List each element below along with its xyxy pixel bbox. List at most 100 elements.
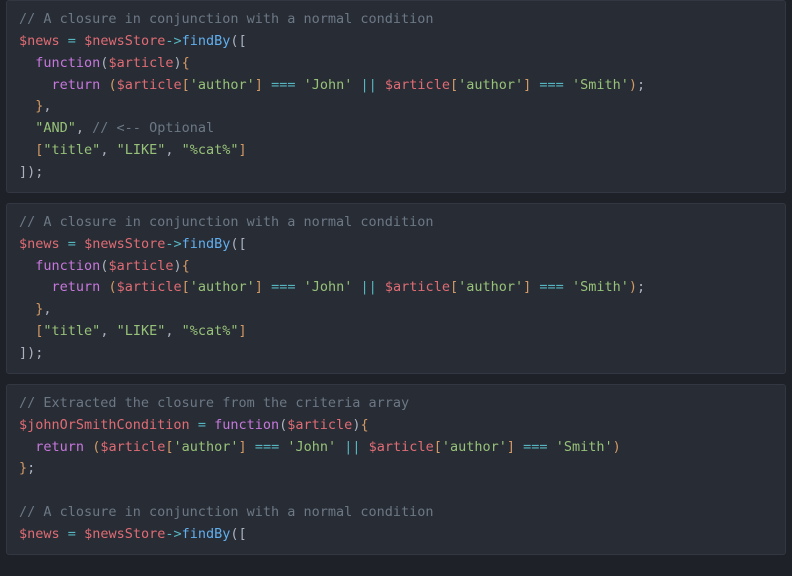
code-token: [ [182,77,190,93]
code-token [60,526,68,542]
code-token: === [271,77,295,93]
code-token [377,279,385,295]
code-token: 'John' [304,77,353,93]
code-token [361,439,369,455]
code-token: $article [385,77,450,93]
code-token: [ [182,279,190,295]
code-token: // Extracted the closure from the criter… [19,395,409,411]
code-token: ]); [19,164,43,180]
code-token [352,77,360,93]
code-token [263,77,271,93]
code-block: // A closure in conjunction with a norma… [6,203,786,374]
code-token: === [271,279,295,295]
code-token [564,77,572,93]
code-token: 'author' [174,439,239,455]
code-token: $article [108,258,173,274]
code-token: ( [108,77,116,93]
code-token: -> [165,526,181,542]
code-token [19,55,35,71]
code-token: ([ [230,526,246,542]
code-token: = [68,33,76,49]
code-token [76,526,84,542]
code-token [263,279,271,295]
code-token: function [214,417,279,433]
code-block: // Extracted the closure from the criter… [6,384,786,555]
code-token: $news [19,236,60,252]
code-token [60,236,68,252]
code-token [19,258,35,274]
code-token [377,77,385,93]
code-token: $johnOrSmithCondition [19,417,190,433]
code-token: ] [255,77,263,93]
code-token: ) [173,258,181,274]
code-token: 'John' [287,439,336,455]
code-token: function [35,55,100,71]
code-token: , [100,323,116,339]
code-token: = [68,236,76,252]
code-token: $article [369,439,434,455]
code-token: // A closure in conjunction with a norma… [19,11,434,27]
code-token: ]); [19,345,43,361]
code-token: { [182,258,190,274]
code-token [295,77,303,93]
code-token: -> [165,236,181,252]
code-token: ([ [230,33,246,49]
code-token: $article [117,77,182,93]
code-token: ) [629,279,637,295]
code-token: return [52,279,101,295]
code-token: findBy [182,33,231,49]
code-token: || [361,77,377,93]
code-token: ] [507,439,515,455]
code-token: [ [450,77,458,93]
code-token: $article [287,417,352,433]
code-token [76,236,84,252]
code-token: , [43,301,51,317]
code-token: "LIKE" [117,323,166,339]
code-token: 'Smith' [572,279,629,295]
code-token [19,323,35,339]
code-token: [ [165,439,173,455]
code-token: , [76,120,92,136]
code-token: "title" [43,142,100,158]
code-token: return [52,77,101,93]
code-token: ; [637,279,645,295]
code-token: ) [613,439,621,455]
code-token: // A closure in conjunction with a norma… [19,214,434,230]
code-token: 'author' [190,77,255,93]
code-token: $newsStore [84,526,165,542]
code-token [19,439,35,455]
code-token: -> [165,33,181,49]
code-token: $news [19,526,60,542]
code-token: findBy [182,526,231,542]
code-token: $article [108,55,173,71]
code-token: // <-- Optional [92,120,214,136]
code-token: $newsStore [84,236,165,252]
code-token: === [523,439,547,455]
code-token: , [43,98,51,114]
code-token: ] [255,279,263,295]
code-token: [ [434,439,442,455]
code-token [515,439,523,455]
code-token [295,279,303,295]
code-token: ; [637,77,645,93]
code-token: { [182,55,190,71]
code-block: // A closure in conjunction with a norma… [6,0,786,193]
code-token [19,279,52,295]
code-token: ] [239,142,247,158]
code-token [19,120,35,136]
code-token [76,33,84,49]
code-token: || [361,279,377,295]
code-token [60,33,68,49]
code-token: ([ [230,236,246,252]
code-token [19,142,35,158]
code-token: 'author' [458,77,523,93]
code-token: return [35,439,84,455]
code-token: $article [100,439,165,455]
code-token: , [165,142,181,158]
code-token: === [255,439,279,455]
code-token [19,77,52,93]
code-token: "%cat%" [182,323,239,339]
code-token: "AND" [35,120,76,136]
code-token: $newsStore [84,33,165,49]
code-token [548,439,556,455]
